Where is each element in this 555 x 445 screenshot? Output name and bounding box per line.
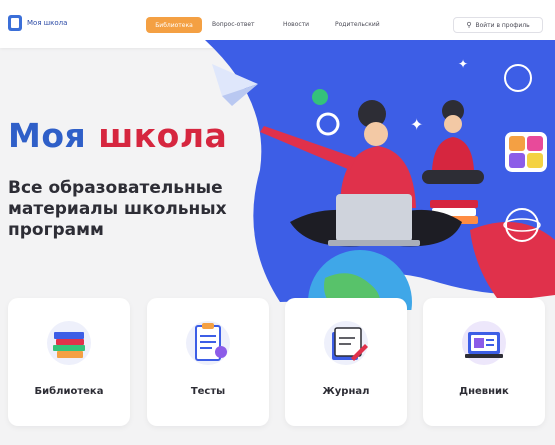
hero-title: Моя школа xyxy=(8,116,227,155)
hero-illustration: ✦ ✦ xyxy=(205,40,555,310)
card-diary-label: Дневник xyxy=(459,386,509,397)
tests-icon xyxy=(186,321,230,365)
login-label: Войти в профиль xyxy=(475,21,530,29)
journal-icon xyxy=(324,321,368,365)
login-button[interactable]: ⚲ Войти в профиль xyxy=(453,17,543,33)
diary-icon xyxy=(462,321,506,365)
library-nav-button[interactable]: Библиотека xyxy=(146,17,202,33)
nav-link-news[interactable]: Новости xyxy=(283,21,309,28)
library-icon xyxy=(47,321,91,365)
card-library[interactable]: Библиотека xyxy=(8,298,130,426)
nav-link-parents[interactable]: Родительский xyxy=(335,21,380,28)
svg-text:✦: ✦ xyxy=(410,115,423,134)
card-diary[interactable]: Дневник xyxy=(423,298,545,426)
nav-link-faq[interactable]: Вопрос-ответ xyxy=(212,21,255,28)
laptop-icon xyxy=(336,194,412,242)
card-tests[interactable]: Тесты xyxy=(147,298,269,426)
card-library-label: Библиотека xyxy=(34,386,104,397)
logo-icon xyxy=(8,15,22,31)
card-tests-label: Тесты xyxy=(190,386,226,397)
user-icon: ⚲ xyxy=(466,21,472,29)
logo-text: Моя школа xyxy=(27,19,68,27)
svg-text:✦: ✦ xyxy=(458,57,468,71)
hero-title-word-1: Моя xyxy=(8,116,87,155)
site-logo[interactable]: Моя школа xyxy=(8,15,67,31)
card-journal[interactable]: Журнал xyxy=(285,298,407,426)
card-journal-label: Журнал xyxy=(322,386,370,397)
